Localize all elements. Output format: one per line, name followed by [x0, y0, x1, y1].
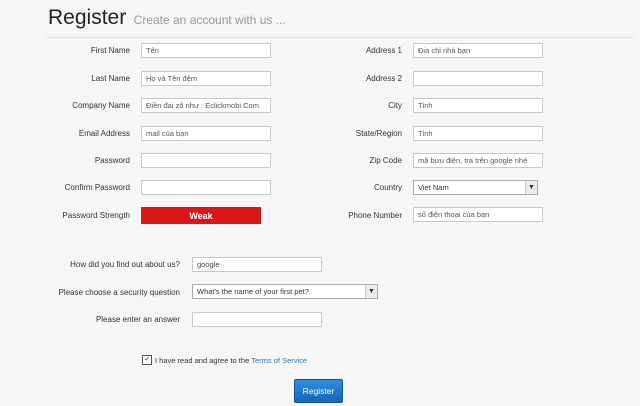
- first-name-input[interactable]: [141, 43, 271, 58]
- terms-text: I have read and agree to the: [155, 355, 250, 365]
- zip-input[interactable]: [413, 153, 543, 168]
- company-name-input[interactable]: [141, 98, 271, 113]
- register-button[interactable]: Register: [294, 379, 343, 403]
- phone-label: Phone Number: [348, 211, 402, 220]
- country-selected-value: Viet Nam: [418, 183, 449, 192]
- page-subtitle: Create an account with us ...: [133, 13, 286, 27]
- found-us-input[interactable]: [192, 257, 322, 272]
- phone-input[interactable]: [413, 207, 543, 222]
- first-name-label: First Name: [90, 46, 130, 55]
- confirm-password-label: Confirm Password: [64, 183, 130, 192]
- address2-input[interactable]: [413, 71, 543, 86]
- email-input[interactable]: [141, 126, 271, 141]
- password-input[interactable]: [141, 153, 271, 168]
- last-name-input[interactable]: [141, 71, 271, 86]
- country-label: Country: [373, 183, 402, 192]
- security-question-select[interactable]: What's the name of your first pet? ▼: [192, 284, 378, 299]
- password-strength-meter: Weak: [141, 207, 261, 224]
- chevron-down-icon[interactable]: ▼: [365, 285, 377, 298]
- city-label: City: [388, 101, 402, 110]
- zip-label: Zip Code: [369, 156, 402, 165]
- last-name-label: Last Name: [91, 74, 130, 83]
- page-title: Register: [48, 6, 127, 29]
- address1-label: Address 1: [365, 46, 402, 55]
- terms-of-service-link[interactable]: Terms of Service: [251, 356, 307, 365]
- address1-input[interactable]: [413, 43, 543, 58]
- confirm-password-input[interactable]: [141, 180, 271, 195]
- password-label: Password: [94, 156, 130, 165]
- found-us-label: How did you find out about us?: [70, 260, 180, 269]
- email-label: Email Address: [78, 129, 130, 138]
- security-question-selected: What's the name of your first pet?: [197, 287, 309, 296]
- company-name-label: Company Name: [72, 101, 130, 110]
- answer-input[interactable]: [192, 312, 322, 327]
- terms-checkbox[interactable]: ✓: [142, 355, 152, 365]
- address2-label: Address 2: [365, 74, 402, 83]
- state-input[interactable]: [413, 126, 543, 141]
- security-question-label: Please choose a security question: [58, 288, 180, 297]
- answer-label: Please enter an answer: [95, 315, 180, 324]
- page-header: Register Create an account with us ...: [48, 6, 286, 34]
- city-input[interactable]: [413, 98, 543, 113]
- country-select[interactable]: Viet Nam ▼: [413, 180, 538, 195]
- password-strength-label: Password Strength: [62, 211, 130, 220]
- terms-agreement: ✓ I have read and agree to the Terms of …: [142, 355, 307, 365]
- state-label: State/Region: [355, 129, 402, 138]
- chevron-down-icon[interactable]: ▼: [525, 181, 537, 194]
- header-divider: [46, 37, 634, 38]
